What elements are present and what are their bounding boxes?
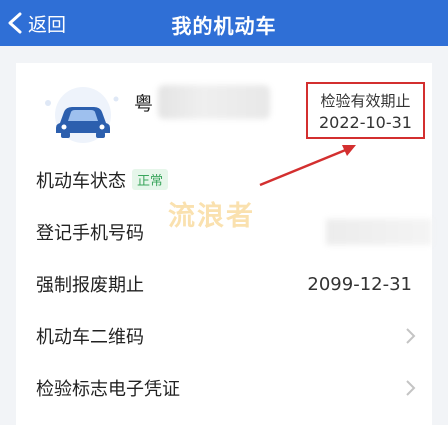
app-header: 返回 我的机动车 [0,0,448,46]
qr-code-label: 机动车二维码 [36,327,144,348]
page-title: 我的机动车 [171,14,277,38]
scrap-date-value: 2099-12-31 [307,273,412,295]
phone-label: 登记手机号码 [36,223,144,244]
row-qr-code[interactable]: 机动车二维码 [16,311,432,361]
plate-number-redacted [158,85,270,119]
car-icon [45,87,119,143]
scrap-date-label: 强制报废期止 [36,275,144,296]
vehicle-status-label: 机动车状态 [36,171,126,192]
chevron-right-icon [406,380,416,396]
inspection-label: 检验有效期止 [320,92,411,110]
inspection-highlight-box: 检验有效期止 2022-10-31 [306,82,425,139]
chevron-right-icon [406,328,416,344]
status-badge: 正常 [132,169,169,190]
plate-prefix: 粤 [134,93,154,115]
row-phone[interactable]: 登记手机号码 [16,207,432,257]
row-inspection-certificate[interactable]: 检验标志电子凭证 [16,363,432,413]
inspection-date: 2022-10-31 [319,113,412,132]
phone-value-redacted [326,219,432,245]
vehicle-card: 粤 检验有效期止 2022-10-31 机动车状态 正常 流浪者 登记手机号码 … [16,63,432,425]
row-scrap-date: 强制报废期止 2099-12-31 [16,259,432,309]
inspection-certificate-label: 检验标志电子凭证 [36,379,180,400]
